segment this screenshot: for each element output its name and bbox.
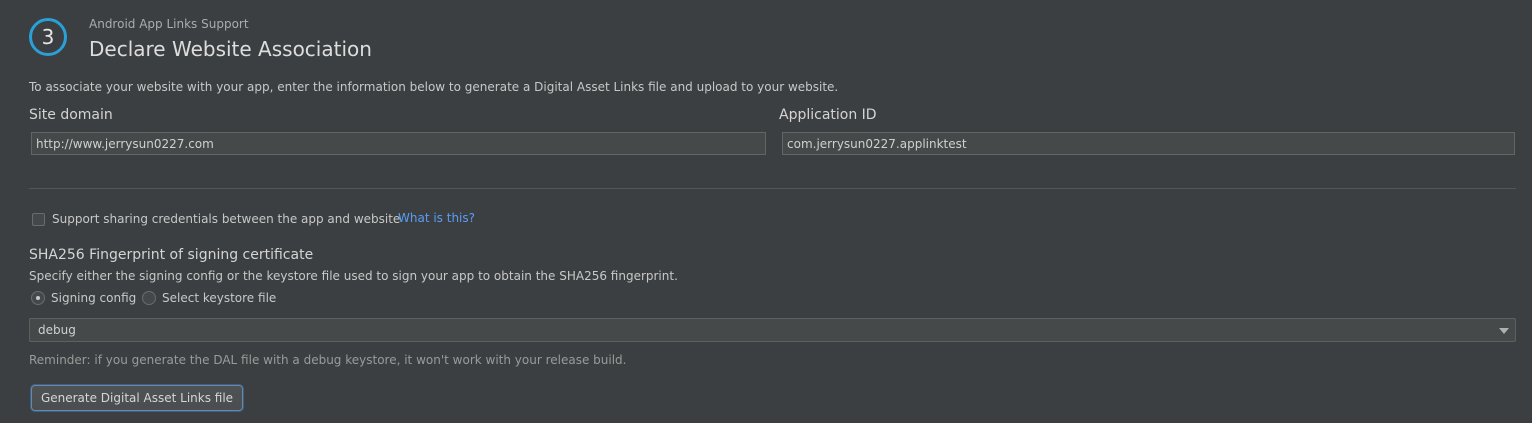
step-number: 3 <box>41 25 55 49</box>
signing-config-dropdown[interactable]: debug <box>29 318 1516 342</box>
signing-config-radio[interactable] <box>31 291 45 305</box>
header-subtitle: Android App Links Support <box>89 17 249 31</box>
what-is-this-link[interactable]: What is this? <box>398 211 475 225</box>
share-credentials-checkbox[interactable] <box>32 213 45 226</box>
signing-config-value: debug <box>38 323 76 337</box>
share-credentials-label[interactable]: Support sharing credentials between the … <box>52 212 400 226</box>
section-divider <box>29 188 1516 189</box>
signing-config-radio-label[interactable]: Signing config <box>51 291 136 305</box>
page-title: Declare Website Association <box>89 37 372 61</box>
step-number-badge: 3 <box>29 18 67 56</box>
fingerprint-description: Specify either the signing config or the… <box>29 269 678 283</box>
keystore-file-radio[interactable] <box>142 291 156 305</box>
debug-keystore-reminder: Reminder: if you generate the DAL file w… <box>29 353 627 367</box>
fingerprint-section-title: SHA256 Fingerprint of signing certificat… <box>29 247 314 263</box>
chevron-down-icon[interactable] <box>1499 328 1509 334</box>
radio-selected-dot <box>36 296 40 300</box>
keystore-file-radio-label[interactable]: Select keystore file <box>162 291 276 305</box>
application-id-label: Application ID <box>779 107 877 123</box>
application-id-input[interactable] <box>782 132 1515 155</box>
site-domain-label: Site domain <box>29 107 113 123</box>
generate-dal-file-button[interactable]: Generate Digital Asset Links file <box>31 385 243 411</box>
intro-text: To associate your website with your app,… <box>29 80 839 94</box>
site-domain-input[interactable] <box>31 132 766 155</box>
